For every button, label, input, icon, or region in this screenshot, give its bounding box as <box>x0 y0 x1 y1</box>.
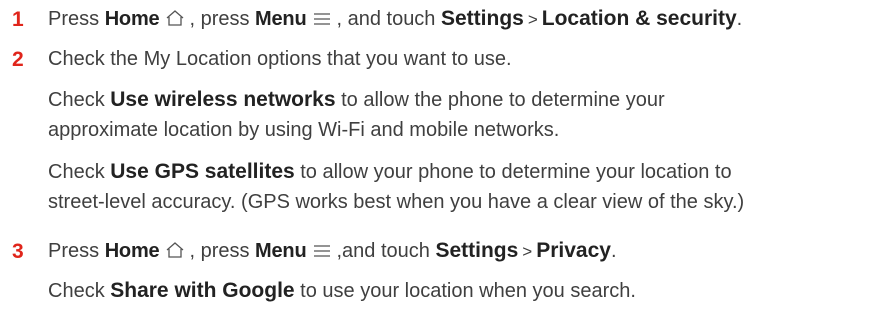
text: ,and touch <box>336 240 436 262</box>
menu-label: Menu <box>255 240 307 262</box>
text: . <box>736 8 743 30</box>
text: , and touch <box>336 8 441 30</box>
home-icon <box>165 9 185 27</box>
text: Press <box>48 240 105 262</box>
home-label: Home <box>104 8 160 30</box>
paragraph-text: Check Use GPS satellites to allow your p… <box>48 157 886 217</box>
paragraph-text: Check Share with Google to use your loca… <box>48 276 886 306</box>
text: Check <box>48 280 111 302</box>
step-text: Press Home , press Menu , and touch Settin… <box>48 4 742 35</box>
use-gps-satellites-label: Use GPS satellites <box>110 160 295 183</box>
home-label: Home <box>104 240 160 262</box>
text: to allow your phone to determine your lo… <box>294 161 732 183</box>
text: to use your location when you search. <box>294 280 636 302</box>
text: approximate location by using Wi-Fi and … <box>48 119 560 141</box>
text: . <box>610 240 617 262</box>
step-number: 3 <box>12 240 24 263</box>
menu-icon <box>312 243 332 259</box>
use-wireless-networks-label: Use wireless networks <box>110 88 336 111</box>
location-security-label: Location & security <box>541 7 737 30</box>
home-icon <box>165 241 185 259</box>
separator: > <box>527 10 538 29</box>
step-number: 2 <box>12 48 24 71</box>
settings-label: Settings <box>435 239 519 262</box>
text: to allow the phone to determine your <box>335 89 665 111</box>
share-with-google-label: Share with Google <box>110 279 295 302</box>
text: Press <box>48 8 105 30</box>
step-number: 1 <box>12 8 24 31</box>
settings-label: Settings <box>441 7 524 30</box>
text: street-level accuracy. (GPS works best w… <box>48 191 745 213</box>
menu-icon <box>312 11 332 27</box>
menu-label: Menu <box>255 8 307 30</box>
text: , press <box>189 240 256 262</box>
privacy-label: Privacy <box>536 239 611 262</box>
text: Check <box>48 89 111 111</box>
step-text: Press Home , press Menu ,and touch Setting… <box>48 236 617 267</box>
text: , press <box>189 8 256 30</box>
separator: > <box>522 242 533 261</box>
paragraph-text: Check Use wireless networks to allow the… <box>48 85 886 145</box>
step-text: Check the My Location options that you w… <box>48 48 512 70</box>
text: Check <box>48 161 111 183</box>
